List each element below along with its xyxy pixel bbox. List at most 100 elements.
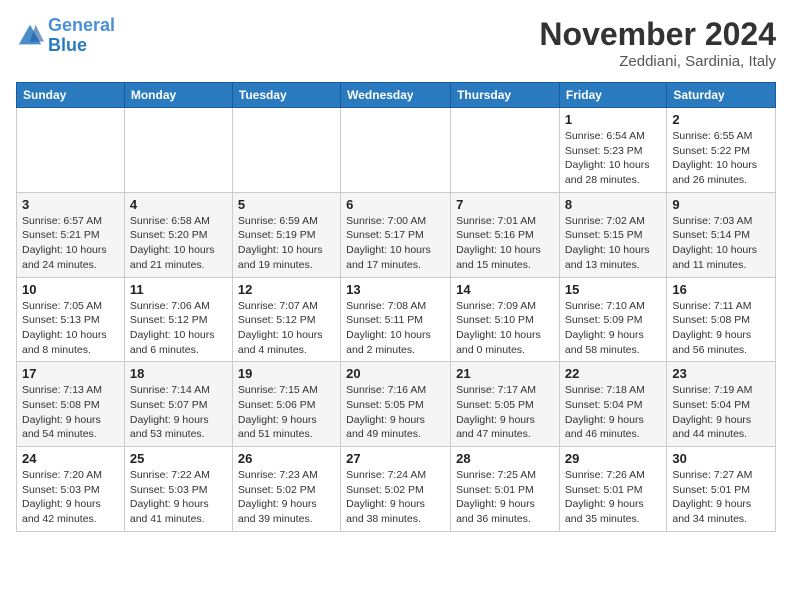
title-block: November 2024 Zeddiani, Sardinia, Italy bbox=[539, 16, 776, 70]
calendar-cell bbox=[232, 108, 340, 193]
calendar-cell: 13Sunrise: 7:08 AM Sunset: 5:11 PM Dayli… bbox=[341, 277, 451, 362]
day-number: 16 bbox=[672, 282, 770, 297]
day-number: 25 bbox=[130, 451, 227, 466]
calendar-cell: 18Sunrise: 7:14 AM Sunset: 5:07 PM Dayli… bbox=[124, 362, 232, 447]
day-number: 4 bbox=[130, 197, 227, 212]
day-number: 14 bbox=[456, 282, 554, 297]
day-info: Sunrise: 7:00 AM Sunset: 5:17 PM Dayligh… bbox=[346, 214, 445, 273]
calendar-cell: 2 Sunrise: 6:55 AM Sunset: 5:22 PM Daylig… bbox=[667, 108, 776, 193]
calendar-cell bbox=[17, 108, 125, 193]
day-number: 18 bbox=[130, 366, 227, 381]
calendar-table: SundayMondayTuesdayWednesdayThursdayFrid… bbox=[16, 82, 776, 532]
calendar-cell: 7 Sunrise: 7:01 AM Sunset: 5:16 PM Daylig… bbox=[451, 192, 560, 277]
calendar-cell bbox=[451, 108, 560, 193]
day-info: Sunrise: 6:57 AM Sunset: 5:21 PM Dayligh… bbox=[22, 214, 119, 273]
calendar-cell: 22 Sunrise: 7:18 AM Sunset: 5:04 PM Dayli… bbox=[559, 362, 666, 447]
calendar-week-row: 1 Sunrise: 6:54 AM Sunset: 5:23 PM Daylig… bbox=[17, 108, 776, 193]
calendar-cell: 1 Sunrise: 6:54 AM Sunset: 5:23 PM Daylig… bbox=[559, 108, 666, 193]
calendar-cell: 11Sunrise: 7:06 AM Sunset: 5:12 PM Dayli… bbox=[124, 277, 232, 362]
logo-line2: Blue bbox=[48, 35, 87, 55]
day-info: Sunrise: 7:05 AM Sunset: 5:13 PM Dayligh… bbox=[22, 299, 119, 358]
calendar-cell: 21 Sunrise: 7:17 AM Sunset: 5:05 PM Dayli… bbox=[451, 362, 560, 447]
day-number: 21 bbox=[456, 366, 554, 381]
day-number: 26 bbox=[238, 451, 335, 466]
calendar-cell: 28Sunrise: 7:25 AM Sunset: 5:01 PM Dayli… bbox=[451, 447, 560, 532]
calendar-cell: 17 Sunrise: 7:13 AM Sunset: 5:08 PM Dayli… bbox=[17, 362, 125, 447]
calendar-week-row: 3 Sunrise: 6:57 AM Sunset: 5:21 PM Daylig… bbox=[17, 192, 776, 277]
day-info: Sunrise: 7:02 AM Sunset: 5:15 PM Dayligh… bbox=[565, 214, 661, 273]
day-number: 29 bbox=[565, 451, 661, 466]
calendar-cell: 29 Sunrise: 7:26 AM Sunset: 5:01 PM Dayli… bbox=[559, 447, 666, 532]
calendar-cell: 20 Sunrise: 7:16 AM Sunset: 5:05 PM Dayli… bbox=[341, 362, 451, 447]
weekday-header: Monday bbox=[124, 83, 232, 108]
day-info: Sunrise: 7:17 AM Sunset: 5:05 PM Dayligh… bbox=[456, 383, 554, 442]
day-number: 13 bbox=[346, 282, 445, 297]
calendar-cell: 10 Sunrise: 7:05 AM Sunset: 5:13 PM Dayli… bbox=[17, 277, 125, 362]
day-number: 7 bbox=[456, 197, 554, 212]
day-info: Sunrise: 6:55 AM Sunset: 5:22 PM Dayligh… bbox=[672, 129, 770, 188]
weekday-header: Friday bbox=[559, 83, 666, 108]
weekday-header: Sunday bbox=[17, 83, 125, 108]
calendar-week-row: 17 Sunrise: 7:13 AM Sunset: 5:08 PM Dayli… bbox=[17, 362, 776, 447]
calendar-cell: 15 Sunrise: 7:10 AM Sunset: 5:09 PM Dayli… bbox=[559, 277, 666, 362]
day-number: 19 bbox=[238, 366, 335, 381]
calendar-cell: 16 Sunrise: 7:11 AM Sunset: 5:08 PM Dayli… bbox=[667, 277, 776, 362]
day-number: 3 bbox=[22, 197, 119, 212]
day-info: Sunrise: 7:16 AM Sunset: 5:05 PM Dayligh… bbox=[346, 383, 445, 442]
day-number: 12 bbox=[238, 282, 335, 297]
day-number: 6 bbox=[346, 197, 445, 212]
calendar-cell bbox=[341, 108, 451, 193]
day-number: 22 bbox=[565, 366, 661, 381]
day-info: Sunrise: 7:10 AM Sunset: 5:09 PM Dayligh… bbox=[565, 299, 661, 358]
day-info: Sunrise: 7:22 AM Sunset: 5:03 PM Dayligh… bbox=[130, 468, 227, 527]
day-info: Sunrise: 7:13 AM Sunset: 5:08 PM Dayligh… bbox=[22, 383, 119, 442]
day-info: Sunrise: 7:03 AM Sunset: 5:14 PM Dayligh… bbox=[672, 214, 770, 273]
month-title: November 2024 bbox=[539, 16, 776, 53]
weekday-header: Thursday bbox=[451, 83, 560, 108]
day-number: 28 bbox=[456, 451, 554, 466]
weekday-header: Saturday bbox=[667, 83, 776, 108]
day-info: Sunrise: 7:18 AM Sunset: 5:04 PM Dayligh… bbox=[565, 383, 661, 442]
calendar-cell: 25 Sunrise: 7:22 AM Sunset: 5:03 PM Dayli… bbox=[124, 447, 232, 532]
calendar-cell: 6 Sunrise: 7:00 AM Sunset: 5:17 PM Daylig… bbox=[341, 192, 451, 277]
day-number: 11 bbox=[130, 282, 227, 297]
location: Zeddiani, Sardinia, Italy bbox=[539, 53, 776, 70]
calendar-cell: 19Sunrise: 7:15 AM Sunset: 5:06 PM Dayli… bbox=[232, 362, 340, 447]
day-info: Sunrise: 6:59 AM Sunset: 5:19 PM Dayligh… bbox=[238, 214, 335, 273]
day-info: Sunrise: 6:54 AM Sunset: 5:23 PM Dayligh… bbox=[565, 129, 661, 188]
day-number: 27 bbox=[346, 451, 445, 466]
logo: General Blue bbox=[16, 16, 115, 56]
day-number: 9 bbox=[672, 197, 770, 212]
day-number: 17 bbox=[22, 366, 119, 381]
day-number: 30 bbox=[672, 451, 770, 466]
weekday-header: Tuesday bbox=[232, 83, 340, 108]
day-number: 20 bbox=[346, 366, 445, 381]
calendar-cell: 5 Sunrise: 6:59 AM Sunset: 5:19 PM Daylig… bbox=[232, 192, 340, 277]
calendar-cell: 14Sunrise: 7:09 AM Sunset: 5:10 PM Dayli… bbox=[451, 277, 560, 362]
day-info: Sunrise: 7:01 AM Sunset: 5:16 PM Dayligh… bbox=[456, 214, 554, 273]
calendar-cell bbox=[124, 108, 232, 193]
logo-line1: General bbox=[48, 15, 115, 35]
calendar-cell: 8 Sunrise: 7:02 AM Sunset: 5:15 PM Daylig… bbox=[559, 192, 666, 277]
day-number: 23 bbox=[672, 366, 770, 381]
day-info: Sunrise: 7:11 AM Sunset: 5:08 PM Dayligh… bbox=[672, 299, 770, 358]
calendar-header-row: SundayMondayTuesdayWednesdayThursdayFrid… bbox=[17, 83, 776, 108]
logo-text: General Blue bbox=[48, 16, 115, 56]
day-info: Sunrise: 7:24 AM Sunset: 5:02 PM Dayligh… bbox=[346, 468, 445, 527]
day-number: 15 bbox=[565, 282, 661, 297]
calendar-cell: 23Sunrise: 7:19 AM Sunset: 5:04 PM Dayli… bbox=[667, 362, 776, 447]
day-info: Sunrise: 7:20 AM Sunset: 5:03 PM Dayligh… bbox=[22, 468, 119, 527]
calendar-cell: 26Sunrise: 7:23 AM Sunset: 5:02 PM Dayli… bbox=[232, 447, 340, 532]
day-number: 10 bbox=[22, 282, 119, 297]
calendar-cell: 12Sunrise: 7:07 AM Sunset: 5:12 PM Dayli… bbox=[232, 277, 340, 362]
day-info: Sunrise: 7:26 AM Sunset: 5:01 PM Dayligh… bbox=[565, 468, 661, 527]
day-number: 8 bbox=[565, 197, 661, 212]
calendar-cell: 3 Sunrise: 6:57 AM Sunset: 5:21 PM Daylig… bbox=[17, 192, 125, 277]
day-number: 1 bbox=[565, 112, 661, 127]
day-number: 5 bbox=[238, 197, 335, 212]
day-number: 2 bbox=[672, 112, 770, 127]
calendar-week-row: 10 Sunrise: 7:05 AM Sunset: 5:13 PM Dayli… bbox=[17, 277, 776, 362]
calendar-cell: 24Sunrise: 7:20 AM Sunset: 5:03 PM Dayli… bbox=[17, 447, 125, 532]
logo-icon bbox=[16, 22, 44, 50]
weekday-header: Wednesday bbox=[341, 83, 451, 108]
